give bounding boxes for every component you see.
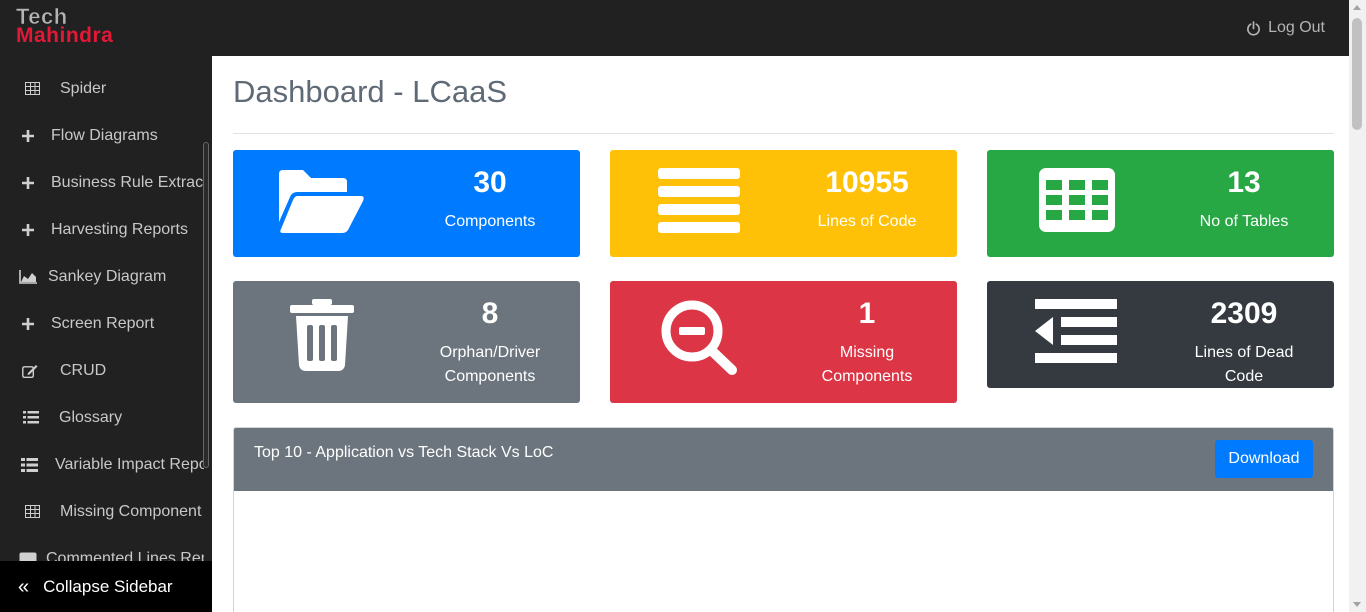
scrollbar-thumb[interactable] xyxy=(1352,18,1362,130)
top10-panel: Top 10 - Application vs Tech Stack Vs Lo… xyxy=(233,427,1334,612)
power-icon xyxy=(1247,20,1261,36)
stat-label: Components xyxy=(444,213,536,230)
main-content: Dashboard - LCaaS 30 Components 10955 Li… xyxy=(212,56,1349,612)
stat-card-dead-code[interactable]: 2309 Lines of Dead Code xyxy=(987,281,1334,388)
stat-label: Orphan/Driver Components xyxy=(439,344,541,385)
stat-label: Missing Components xyxy=(821,344,913,385)
sidebar-item-label: Spider xyxy=(60,79,107,97)
sidebar-item-label: Flow Diagrams xyxy=(51,126,158,144)
stat-value: 8 xyxy=(481,297,499,330)
double-chevron-left-icon: « xyxy=(18,575,30,598)
stat-value: 30 xyxy=(473,166,507,199)
plus-icon xyxy=(18,316,38,332)
collapse-sidebar-label: Collapse Sidebar xyxy=(43,576,173,596)
collapse-sidebar-button[interactable]: « Collapse Sidebar xyxy=(0,561,212,612)
outdent-icon xyxy=(1035,299,1117,363)
page-title: Dashboard - LCaaS xyxy=(233,74,507,109)
stat-value: 1 xyxy=(858,297,876,330)
stat-card-lines-of-code[interactable]: 10955 Lines of Code xyxy=(610,150,957,257)
stat-label: Lines of Code xyxy=(817,213,917,230)
sidebar-item-label: Business Rule Extraction xyxy=(51,173,204,191)
stat-value: 2309 xyxy=(1210,297,1278,330)
folder-open-icon xyxy=(279,170,364,233)
logout-label: Log Out xyxy=(1268,19,1325,36)
edit-icon xyxy=(20,363,40,379)
sidebar-item-variable-impact-report[interactable]: Variable Impact Report xyxy=(0,441,204,488)
sidebar-item-crud[interactable]: CRUD xyxy=(0,347,204,394)
stat-card-orphan-driver-components[interactable]: 8 Orphan/Driver Components xyxy=(233,281,580,403)
sidebar-item-spider[interactable]: Spider xyxy=(0,65,204,112)
table-icon xyxy=(22,504,42,520)
list-icon xyxy=(19,457,39,473)
sidebar-item-label: Screen Report xyxy=(51,314,155,332)
top-navbar: Tech Mahindra Log Out xyxy=(0,0,1349,56)
search-minus-icon xyxy=(661,300,737,375)
trash-icon xyxy=(290,299,354,371)
sidebar-item-label: Sankey Diagram xyxy=(48,267,167,285)
sidebar-item-label: Missing Component xyxy=(60,502,202,520)
divider xyxy=(233,133,1334,134)
sidebar: Spider Flow Diagrams Business Rule Extra… xyxy=(0,56,212,612)
scroll-up-arrow[interactable] xyxy=(1353,5,1361,10)
sidebar-item-label: Harvesting Reports xyxy=(51,220,188,238)
plus-icon xyxy=(18,222,38,238)
sidebar-item-sankey-diagram[interactable]: Sankey Diagram xyxy=(0,253,204,300)
scroll-down-arrow[interactable] xyxy=(1353,602,1361,607)
plus-icon xyxy=(18,128,38,144)
sidebar-item-label: Variable Impact Report xyxy=(55,455,204,473)
stat-card-tables[interactable]: 13 No of Tables xyxy=(987,150,1334,257)
sidebar-item-screen-report[interactable]: Screen Report xyxy=(0,300,204,347)
stat-value: 13 xyxy=(1227,166,1261,199)
sidebar-item-glossary[interactable]: Glossary xyxy=(0,394,204,441)
download-button[interactable]: Download xyxy=(1215,440,1313,478)
sidebar-scrollbar[interactable] xyxy=(203,142,209,468)
table-icon xyxy=(22,81,42,97)
plus-icon xyxy=(18,175,38,191)
sidebar-item-harvesting-reports[interactable]: Harvesting Reports xyxy=(0,206,204,253)
align-justify-icon xyxy=(658,168,740,233)
stat-label: Lines of Dead Code xyxy=(1194,344,1294,385)
tech-mahindra-logo[interactable]: Tech Mahindra xyxy=(16,5,114,47)
logout-button[interactable]: Log Out xyxy=(1246,19,1325,37)
sidebar-item-flow-diagrams[interactable]: Flow Diagrams xyxy=(0,112,204,159)
panel-header: Top 10 - Application vs Tech Stack Vs Lo… xyxy=(234,428,1333,491)
stat-card-missing-components[interactable]: 1 Missing Components xyxy=(610,281,957,403)
list-icon xyxy=(21,410,41,426)
sidebar-item-business-rule-extraction[interactable]: Business Rule Extraction xyxy=(0,159,204,206)
stat-value: 10955 xyxy=(825,166,909,199)
panel-body xyxy=(234,491,1333,612)
sidebar-item-label: Glossary xyxy=(59,408,123,426)
table-icon xyxy=(1039,168,1115,232)
area-chart-icon xyxy=(18,269,38,285)
panel-title: Top 10 - Application vs Tech Stack Vs Lo… xyxy=(254,444,554,461)
sidebar-item-missing-component[interactable]: Missing Component xyxy=(0,488,204,535)
page-scrollbar[interactable] xyxy=(1349,0,1366,612)
logo-line-2: Mahindra xyxy=(16,24,114,47)
stat-card-components[interactable]: 30 Components xyxy=(233,150,580,257)
stat-label: No of Tables xyxy=(1199,213,1289,230)
sidebar-item-label: CRUD xyxy=(60,361,107,379)
